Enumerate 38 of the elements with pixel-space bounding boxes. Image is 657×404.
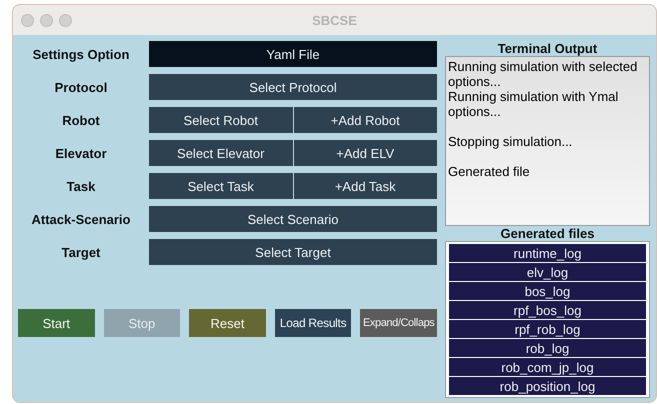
select-button[interactable]: Select Elevator	[149, 140, 292, 166]
action-button[interactable]: Start	[18, 309, 95, 337]
file-button[interactable]: rpf_rob_log	[449, 320, 646, 338]
action-button[interactable]: Expand/Collaps	[360, 309, 437, 337]
files-title: Generated files	[500, 226, 594, 241]
select-button[interactable]: Yaml File	[149, 41, 437, 67]
select-button[interactable]: Select Scenario	[149, 206, 437, 232]
file-button[interactable]: elv_log	[449, 263, 646, 281]
action-button[interactable]: Load Results	[274, 309, 352, 337]
setting-label: Settings Option	[32, 46, 130, 62]
setting-label: Elevator	[54, 146, 108, 160]
file-button[interactable]: rob_log	[449, 339, 646, 357]
file-button[interactable]: bos_log	[449, 282, 646, 300]
select-button[interactable]: Select Target	[149, 239, 437, 265]
select-button[interactable]: Select Task	[149, 173, 292, 199]
setting-label: Protocol	[54, 80, 108, 94]
file-button[interactable]: rob_com_jp_log	[449, 358, 646, 376]
select-button[interactable]: +Add Task	[294, 173, 437, 199]
terminal-line: Stopping simulation...	[448, 133, 572, 149]
select-button[interactable]: +Add Robot	[294, 107, 437, 133]
terminal-line: Running simulation with Ymal options...	[448, 89, 620, 119]
select-button[interactable]: +Add ELV	[294, 140, 437, 166]
terminal-title: Terminal Output	[498, 41, 598, 56]
file-button[interactable]: rob_position_log	[449, 377, 646, 395]
setting-label: Attack-Scenario	[30, 212, 132, 226]
minimize-button[interactable]	[40, 14, 53, 26]
terminal-line: Running simulation with selected options...	[448, 59, 638, 89]
setting-label: Target	[60, 244, 102, 260]
terminal-line: Generated file	[448, 163, 530, 179]
action-button[interactable]: Reset	[189, 309, 266, 337]
zoom-button[interactable]	[59, 14, 72, 26]
setting-label: Task	[66, 178, 96, 194]
file-button[interactable]: runtime_log	[449, 244, 646, 262]
close-button[interactable]	[21, 14, 34, 26]
file-button[interactable]: rpf_bos_log	[449, 301, 646, 319]
select-button[interactable]: Select Robot	[149, 107, 292, 133]
select-button[interactable]: Select Protocol	[149, 74, 437, 100]
setting-label: Robot	[61, 112, 101, 128]
